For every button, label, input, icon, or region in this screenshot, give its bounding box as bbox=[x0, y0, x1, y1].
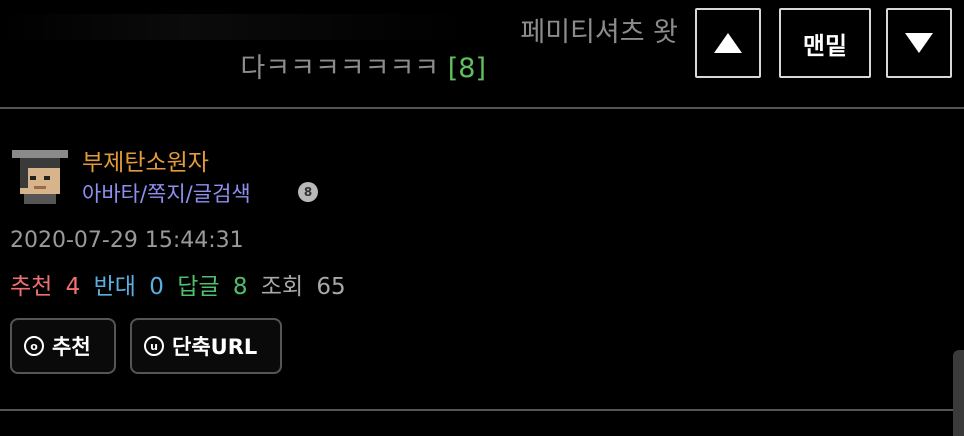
reply-stat-label: 답글 bbox=[177, 274, 220, 300]
oppose-stat-label: 반대 bbox=[93, 274, 136, 300]
avatar[interactable] bbox=[10, 144, 70, 204]
author-name[interactable]: 부제탄소원자 bbox=[82, 143, 209, 177]
recommend-icon: o bbox=[24, 336, 44, 356]
post-timestamp: 2020-07-29 15:44:31 bbox=[10, 228, 244, 253]
recommend-stat-label: 추천 bbox=[10, 274, 53, 300]
recommend-stat-count: 4 bbox=[65, 274, 81, 300]
go-bottom-button[interactable]: 맨밑 bbox=[779, 8, 871, 78]
reply-count-badge: [8] bbox=[447, 53, 486, 84]
views-stat-count: 65 bbox=[316, 274, 346, 300]
recommend-button-label: 추천 bbox=[52, 335, 91, 359]
scroll-down-button[interactable] bbox=[886, 8, 952, 78]
redacted-area bbox=[0, 14, 470, 40]
scroll-up-button[interactable] bbox=[695, 8, 761, 78]
recommend-button[interactable]: o 추천 bbox=[10, 318, 116, 374]
short-url-icon: u bbox=[144, 336, 164, 356]
reply-stat-count: 8 bbox=[232, 274, 248, 300]
thread-header: 페미티셔츠 왓 다ㅋㅋㅋㅋㅋㅋㅋ [8] 맨밑 bbox=[0, 0, 964, 108]
thread-title-continued[interactable]: 다ㅋㅋㅋㅋㅋㅋㅋ [8] bbox=[240, 46, 486, 85]
thread-title[interactable]: 페미티셔츠 왓 bbox=[520, 10, 678, 49]
divider bbox=[0, 409, 964, 411]
short-url-button[interactable]: u 단축URL bbox=[130, 318, 282, 374]
short-url-button-label: 단축URL bbox=[172, 335, 258, 359]
triangle-down-icon bbox=[905, 33, 933, 53]
divider bbox=[0, 107, 964, 109]
triangle-up-icon bbox=[714, 33, 742, 53]
post-stats: 추천 4 반대 0 답글 8 조회 65 bbox=[10, 267, 352, 301]
thread-title-text: 다ㅋㅋㅋㅋㅋㅋㅋ bbox=[240, 53, 440, 84]
views-stat-label: 조회 bbox=[260, 274, 304, 300]
oppose-stat-count: 0 bbox=[149, 274, 164, 300]
author-links[interactable]: 아바타/쪽지/글검색 bbox=[82, 178, 251, 208]
level-badge: 8 bbox=[298, 182, 318, 202]
scrollbar[interactable] bbox=[953, 350, 964, 436]
